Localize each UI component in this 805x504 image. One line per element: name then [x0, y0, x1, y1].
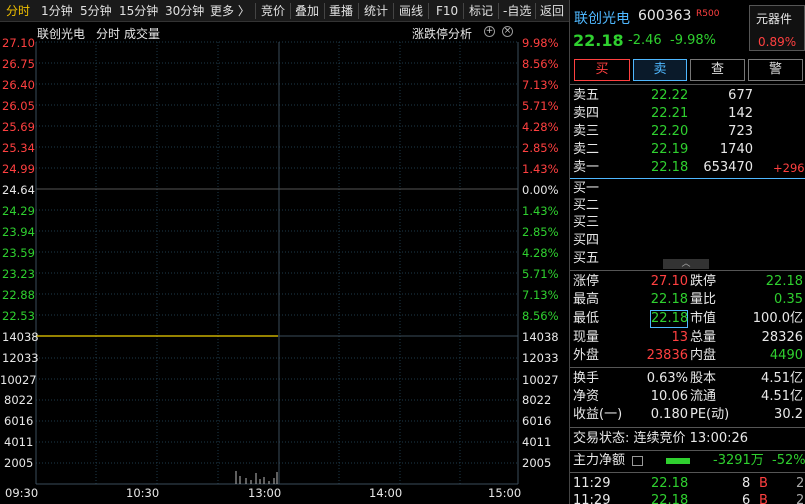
fundamentals-row: 换手 0.63% 股本 4.51亿 — [573, 371, 803, 386]
alert-button[interactable]: 警 — [748, 59, 803, 81]
main-flow-row: 主力净额 -3291万 -52% — [570, 452, 805, 470]
volume-tick: 14038 — [2, 330, 39, 344]
stats-row: 外盘 23836 内盘 4490 — [573, 348, 803, 363]
quote-stock-code: 600363 — [638, 8, 692, 24]
ask-row: 卖一 22.18 653470 +296 — [573, 160, 805, 175]
intraday-chart — [35, 41, 519, 485]
pct-tick: 4.28% — [522, 120, 559, 134]
time-tick: 10:30 — [126, 486, 160, 500]
price-tick: 26.05 — [2, 99, 35, 113]
volume-tick: 6016 — [522, 414, 552, 428]
pct-tick: 5.71% — [522, 99, 559, 113]
ask-row: 卖二 22.19 1740 — [573, 142, 753, 157]
sector-button[interactable]: 元器件 — [756, 10, 792, 27]
pct-tick: 8.56% — [522, 309, 559, 323]
volume-tick: 4011 — [4, 435, 34, 449]
tick-row: 11:29 22.18 6 B 2 — [573, 493, 805, 504]
pct-tick: 2.85% — [522, 141, 559, 155]
pct-tick: 8.56% — [522, 57, 559, 71]
sector-box[interactable]: 元器件 0.89% — [749, 5, 805, 51]
volume-tick: 12033 — [2, 351, 39, 365]
collapse-handle-icon[interactable]: ︿ — [663, 259, 709, 269]
main-flow-value: -3291万 — [713, 453, 764, 468]
price-tick: 24.29 — [2, 204, 35, 218]
volume-tick: 10027 — [0, 373, 37, 387]
volume-tick: 8022 — [522, 393, 552, 407]
volume-tick: 2005 — [522, 456, 552, 470]
price-tick: 24.99 — [2, 162, 35, 176]
time-tick: 15:00 — [488, 486, 522, 500]
stats-row: 涨停 27.10 跌停 22.18 — [573, 274, 803, 289]
last-price: 22.18 — [573, 31, 624, 50]
pct-tick: 0.00% — [522, 183, 559, 197]
stats-row: 现量 13 总量 28326 — [573, 330, 803, 345]
buy-button[interactable]: 买 — [574, 59, 630, 81]
ask-row: 卖三 22.20 723 — [573, 124, 753, 139]
bid-row: 买二 — [573, 198, 600, 213]
volume-tick: 2005 — [4, 456, 34, 470]
bid-row: 买一 — [573, 181, 600, 196]
time-tick: 14:00 — [369, 486, 403, 500]
price-tick: 22.88 — [2, 288, 35, 302]
trade-status-row: 交易状态: 连续竞价 13:00:26 — [570, 430, 805, 448]
quote-panel: 联创光电 600363 R500 元器件 0.89% 22.18 -2.46 -… — [569, 0, 805, 504]
sell-button[interactable]: 卖 — [633, 59, 687, 81]
price-tick: 26.75 — [2, 57, 35, 71]
pct-tick: 4.28% — [522, 246, 559, 260]
ask-row: 卖四 22.21 142 — [573, 106, 753, 121]
volume-tick: 14038 — [522, 330, 559, 344]
tick-row: 11:29 22.18 8 B 2 — [573, 476, 805, 491]
volume-tick: 4011 — [522, 435, 552, 449]
bid-row: 买四 — [573, 233, 600, 248]
price-tick: 23.94 — [2, 225, 35, 239]
pct-tick: 5.71% — [522, 267, 559, 281]
price-tick: 25.69 — [2, 120, 35, 134]
price-tick: 22.53 — [2, 309, 35, 323]
main-flow-pct: -52% — [772, 453, 805, 468]
pct-tick: 7.13% — [522, 78, 559, 92]
pct-tick: 2.85% — [522, 225, 559, 239]
price-tick: 27.10 — [2, 36, 35, 50]
price-tick: 24.64 — [2, 183, 35, 197]
quote-stock-name[interactable]: 联创光电 — [574, 8, 630, 28]
fundamentals-row: 收益(一) 0.180 PE(动) 30.2 — [573, 407, 803, 422]
price-tick: 26.40 — [2, 78, 35, 92]
stats-row: 最低 22.18 市值 100.0亿 — [573, 310, 803, 328]
pct-tick: 7.13% — [522, 288, 559, 302]
time-tick: 09:30 — [5, 486, 39, 500]
price-tick: 25.34 — [2, 141, 35, 155]
pct-tick: 1.43% — [522, 204, 559, 218]
main-flow-label: 主力净额 — [573, 453, 626, 468]
trade-status: 交易状态: 连续竞价 13:00:26 — [573, 431, 749, 446]
pct-tick: 1.43% — [522, 162, 559, 176]
volume-tick: 10027 — [522, 373, 559, 387]
time-tick: 13:00 — [248, 486, 282, 500]
fundamentals-row: 净资 10.06 流通 4.51亿 — [573, 389, 803, 404]
price-change: -2.46 — [628, 33, 662, 48]
list-icon[interactable] — [632, 456, 643, 466]
stats-row: 最高 22.18 量比 0.35 — [573, 292, 803, 307]
flow-bar — [666, 458, 690, 464]
price-tick: 23.59 — [2, 246, 35, 260]
ask-row: 卖五 22.22 677 — [573, 88, 753, 103]
sector-change-pct: 0.89% — [758, 35, 797, 49]
price-tick: 23.23 — [2, 267, 35, 281]
volume-tick: 8022 — [4, 393, 34, 407]
price-change-pct: -9.98% — [670, 33, 716, 48]
pct-tick: 9.98% — [522, 36, 559, 50]
volume-tick: 6016 — [4, 414, 34, 428]
volume-tick: 12033 — [522, 351, 559, 365]
index-tag: R500 — [696, 9, 720, 19]
bid-row: 买三 — [573, 215, 600, 230]
query-button[interactable]: 查 — [690, 59, 745, 81]
